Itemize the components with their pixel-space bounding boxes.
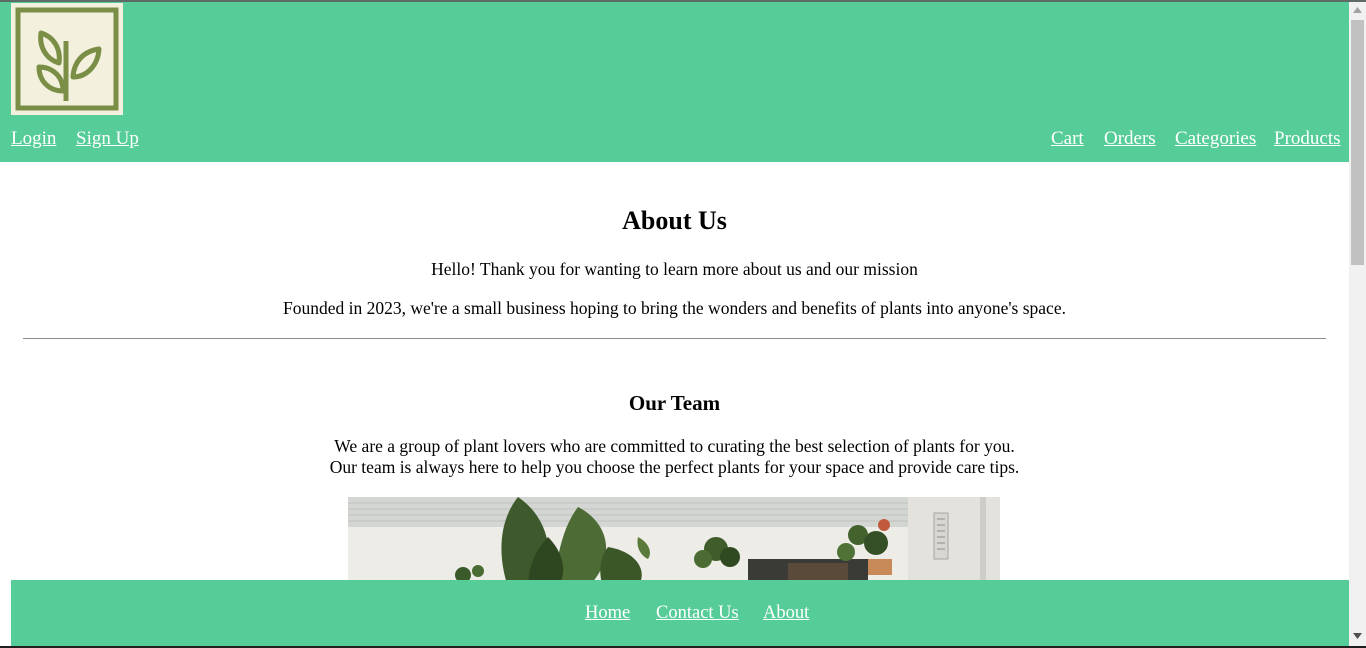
page-title: About Us xyxy=(622,206,727,235)
scroll-down-icon[interactable] xyxy=(1349,628,1366,644)
site-header: Login Sign Up Cart Orders Categories Pro… xyxy=(0,2,1349,162)
team-title: Our Team xyxy=(628,391,721,415)
orders-link[interactable]: Orders xyxy=(1104,128,1156,150)
team-photo xyxy=(348,497,1000,587)
team-line-2: Our team is always here to help you choo… xyxy=(329,457,1020,477)
signup-link[interactable]: Sign Up xyxy=(76,128,139,150)
scroll-up-icon[interactable] xyxy=(1349,2,1366,18)
footer-about-link[interactable]: About xyxy=(763,603,809,624)
team-description: We are a group of plant lovers who are c… xyxy=(0,436,1349,478)
plants-photo-image xyxy=(348,497,1000,587)
window-top-border xyxy=(0,0,1366,2)
footer-home-link[interactable]: Home xyxy=(585,603,630,624)
section-divider xyxy=(23,338,1326,339)
vertical-scrollbar[interactable] xyxy=(1349,2,1366,646)
team-line-1: We are a group of plant lovers who are c… xyxy=(334,436,1015,456)
scroll-thumb[interactable] xyxy=(1351,20,1364,265)
about-founded: Founded in 2023, we're a small business … xyxy=(283,298,1066,318)
page-viewport: Login Sign Up Cart Orders Categories Pro… xyxy=(0,0,1349,648)
site-logo[interactable] xyxy=(11,3,123,115)
plant-logo-icon xyxy=(15,7,119,111)
login-link[interactable]: Login xyxy=(11,128,56,150)
about-intro: Hello! Thank you for wanting to learn mo… xyxy=(431,259,918,279)
categories-link[interactable]: Categories xyxy=(1175,128,1256,150)
cart-link[interactable]: Cart xyxy=(1051,128,1084,150)
footer-contact-link[interactable]: Contact Us xyxy=(656,603,739,624)
products-link[interactable]: Products xyxy=(1274,128,1341,150)
site-footer: Home Contact Us About xyxy=(11,580,1349,648)
